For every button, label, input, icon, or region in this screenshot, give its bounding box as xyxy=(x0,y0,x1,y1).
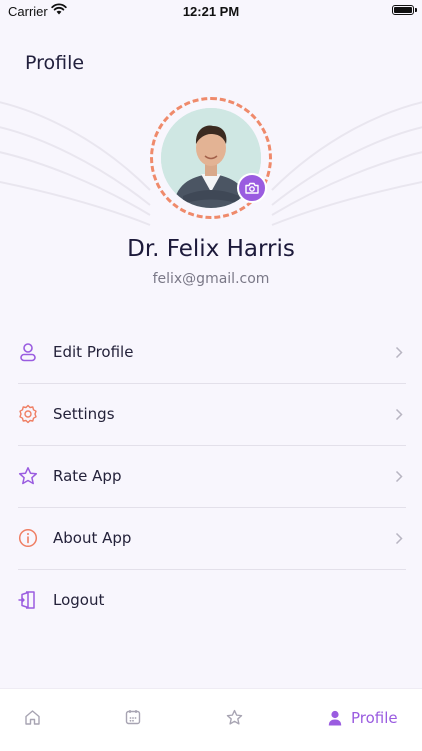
battery-icon xyxy=(392,5,417,15)
calendar-icon[interactable] xyxy=(125,709,141,725)
user-email: felix@gmail.com xyxy=(152,271,270,287)
tab-profile[interactable]: Profile xyxy=(328,709,398,727)
menu-item-logout[interactable]: Logout xyxy=(18,570,406,631)
camera-icon xyxy=(245,182,259,194)
menu-item-edit-profile[interactable]: Edit Profile xyxy=(18,322,406,384)
star-icon[interactable] xyxy=(226,709,243,726)
chevron-right-icon xyxy=(395,408,403,421)
menu-item-settings[interactable]: Settings xyxy=(18,384,406,446)
change-photo-button[interactable] xyxy=(237,173,267,203)
menu-item-label: Rate App xyxy=(53,467,122,485)
profile-menu: Edit Profile Settings Rate App About App xyxy=(18,322,406,631)
user-icon xyxy=(20,343,36,362)
profile-icon xyxy=(328,710,342,726)
chevron-right-icon xyxy=(395,532,403,545)
avatar-container xyxy=(150,97,272,219)
menu-item-label: Settings xyxy=(53,405,115,423)
user-name: Dr. Felix Harris xyxy=(127,236,295,262)
chevron-right-icon xyxy=(395,346,403,359)
menu-item-rate-app[interactable]: Rate App xyxy=(18,446,406,508)
tab-label: Profile xyxy=(351,709,398,727)
menu-item-label: About App xyxy=(53,529,132,547)
chevron-right-icon xyxy=(395,470,403,483)
clock: 12:21 PM xyxy=(182,4,240,19)
home-icon[interactable] xyxy=(24,709,41,726)
menu-item-about-app[interactable]: About App xyxy=(18,508,406,570)
info-icon xyxy=(18,528,38,548)
tab-bar: Profile xyxy=(0,688,422,751)
logout-icon xyxy=(18,591,35,609)
gear-icon xyxy=(19,404,37,424)
star-icon xyxy=(18,467,38,485)
menu-item-label: Logout xyxy=(53,591,105,609)
menu-item-label: Edit Profile xyxy=(53,343,134,361)
page-title: Profile xyxy=(25,52,85,74)
status-bar: Carrier 12:21 PM xyxy=(0,0,422,24)
